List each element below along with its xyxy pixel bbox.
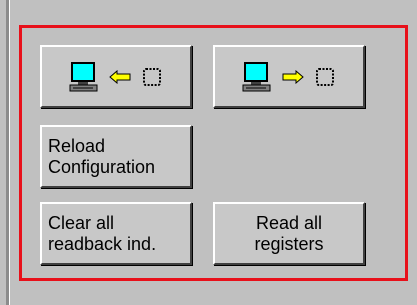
chip-icon bbox=[143, 67, 161, 86]
chip-icon bbox=[316, 67, 334, 86]
arrow-left-icon bbox=[109, 69, 131, 84]
reload-configuration-button[interactable]: Reload Configuration bbox=[40, 125, 192, 188]
computer-icon bbox=[242, 61, 271, 91]
read-all-registers-label: Read all registers bbox=[254, 212, 324, 254]
highlight-frame: Reload Configuration Clear all readback … bbox=[19, 25, 408, 281]
clear-readback-button[interactable]: Clear all readback ind. bbox=[40, 202, 192, 265]
write-pc-to-device-button[interactable] bbox=[213, 45, 365, 108]
panel-left-divider bbox=[6, 0, 10, 305]
clear-readback-label: Clear all readback ind. bbox=[48, 212, 157, 254]
read-device-to-pc-button[interactable] bbox=[40, 45, 192, 108]
reload-configuration-label: Reload Configuration bbox=[48, 135, 156, 177]
arrow-right-icon bbox=[282, 69, 304, 84]
read-all-registers-button[interactable]: Read all registers bbox=[213, 202, 365, 265]
computer-icon bbox=[69, 61, 98, 91]
